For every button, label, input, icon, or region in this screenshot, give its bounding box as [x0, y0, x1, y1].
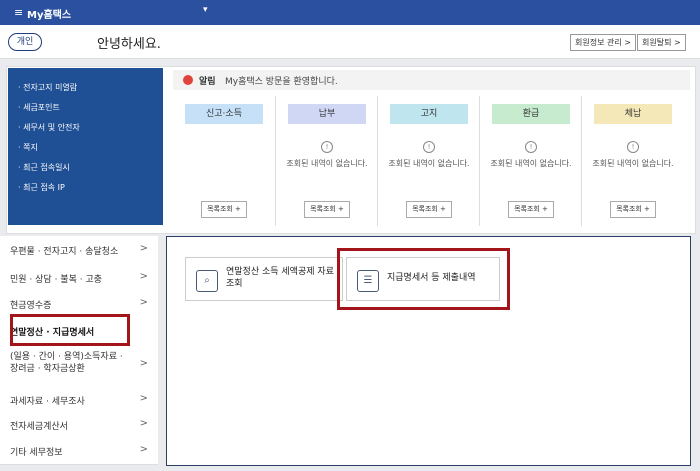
list-view-button[interactable]: 목록조회 + [508, 201, 554, 218]
chevron-right-icon: > [139, 393, 148, 404]
empty-message: 조회된 내역이 없습니다. [286, 159, 368, 168]
empty-message: 조회된 내역이 없습니다. [388, 159, 470, 168]
card-title: 연말정산 소득 세액공제 자료 조회 [226, 267, 334, 289]
side-menu-other-info[interactable]: 기타 세무정보 > [0, 438, 158, 465]
quick-link-last-login-ip: · 최근 접속 IP [18, 183, 65, 192]
chevron-right-icon: > [139, 358, 148, 369]
info-icon: ! [525, 141, 537, 153]
status-column-notice: 고지 ! 조회된 내역이 없습니다. 목록조회 + [377, 96, 480, 226]
status-tag: 고지 [390, 104, 468, 124]
alert-bar: 알림 My홈택스 방문을 환영합니다. [173, 70, 690, 90]
page-header: 개인 안녕하세요. 회원정보 관리 > 회원탈퇴 > [0, 25, 700, 59]
empty-message: 조회된 내역이 없습니다. [490, 159, 572, 168]
quick-link-tax-points[interactable]: · 세금포인트 [18, 98, 163, 118]
side-menu-label: 현금영수증 [10, 301, 52, 311]
top-bar: ≡ My홈택스 ▾ [0, 0, 700, 25]
chevron-right-icon: > [139, 418, 148, 429]
alert-icon [183, 75, 193, 85]
quick-link-tax-office[interactable]: · 세무서 및 안전자 [18, 118, 163, 138]
status-tag: 신고·소득 [185, 104, 263, 124]
app-title[interactable]: My홈택스 [27, 6, 71, 21]
alert-label: 알림 [199, 77, 216, 87]
chevron-down-icon[interactable]: ▾ [203, 5, 208, 15]
list-view-button[interactable]: 목록조회 + [406, 201, 452, 218]
member-info-button[interactable]: 회원정보 관리 > [570, 34, 636, 51]
hamburger-menu-icon[interactable]: ≡ [14, 6, 23, 19]
highlight-box-card [337, 248, 510, 310]
status-column-refund: 환급 ! 조회된 내역이 없습니다. 목록조회 + [479, 96, 582, 226]
status-column-payment: 납부 ! 조회된 내역이 없습니다. 목록조회 + [275, 96, 378, 226]
quick-link-last-login-time: · 최근 접속일시 [18, 163, 70, 172]
side-menu-label: 기타 세무정보 [10, 448, 63, 458]
quick-link-unread-notice[interactable]: · 전자고지 미열람 [18, 78, 163, 98]
quick-link-messages[interactable]: · 쪽지 [18, 138, 163, 158]
tab-individual[interactable]: 개인 [8, 33, 42, 51]
list-view-button[interactable]: 목록조회 + [304, 201, 350, 218]
side-menu-mail-notice[interactable]: 우편물 · 전자고지 · 송달청소 > [0, 236, 158, 265]
side-menu-label: 민원 · 상담 · 불복 · 고충 [10, 275, 102, 285]
chevron-right-icon: > [139, 243, 148, 254]
empty-message: 조회된 내역이 없습니다. [592, 159, 674, 168]
greeting-title: 안녕하세요. [97, 37, 161, 52]
withdraw-button[interactable]: 회원탈퇴 > [637, 34, 686, 51]
side-menu-income-data[interactable]: (일용 · 간이 · 용역)소득자료 · 장려금 · 학자금상환 > [0, 344, 158, 389]
side-menu-e-invoice[interactable]: 전자세금계산서 > [0, 412, 158, 439]
side-menu-label: (일용 · 간이 · 용역)소득자료 · 장려금 · 학자금상환 [10, 352, 123, 374]
chevron-right-icon: > [139, 297, 148, 308]
card-year-end-deduction[interactable]: ⌕ 연말정산 소득 세액공제 자료 조회 [185, 257, 343, 301]
info-icon: ! [423, 141, 435, 153]
side-menu-label: 우편물 · 전자고지 · 송달청소 [10, 247, 119, 257]
list-view-button[interactable]: 목록조회 + [201, 201, 247, 218]
alert-message: My홈택스 방문을 환영합니다. [225, 77, 338, 87]
list-view-button[interactable]: 목록조회 + [610, 201, 656, 218]
quick-links-box: · 전자고지 미열람 · 세금포인트 · 세무서 및 안전자 · 쪽지 · 최근… [8, 68, 163, 225]
status-column-filing: 신고·소득 목록조회 + [173, 96, 275, 226]
chevron-right-icon: > [139, 271, 148, 282]
side-menu-label: 과세자료 · 세무조사 [10, 397, 85, 407]
side-menu-label: 전자세금계산서 [10, 422, 68, 432]
chevron-right-icon: > [139, 444, 148, 455]
info-icon: ! [627, 141, 639, 153]
info-icon: ! [321, 141, 333, 153]
side-menu-civil-petition[interactable]: 민원 · 상담 · 불복 · 고충 > [0, 264, 158, 293]
status-tag: 체납 [594, 104, 672, 124]
search-doc-icon: ⌕ [196, 270, 218, 292]
status-tag: 환급 [492, 104, 570, 124]
side-menu-tax-audit[interactable]: 과세자료 · 세무조사 > [0, 388, 158, 413]
status-column-arrears: 체납 ! 조회된 내역이 없습니다. 목록조회 + [581, 96, 688, 226]
highlight-box-menu [10, 314, 130, 346]
status-tag: 납부 [288, 104, 366, 124]
